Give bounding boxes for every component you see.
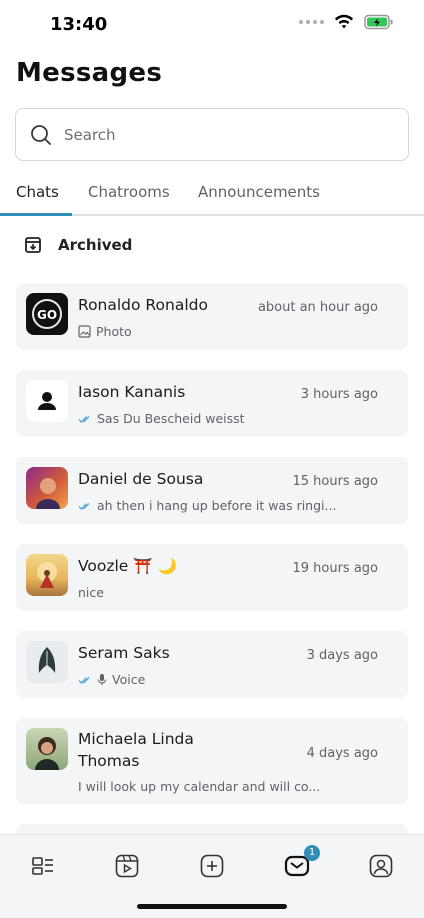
feed-icon[interactable] <box>30 853 56 879</box>
tab-bar-top: Chats Chatrooms Announcements <box>0 172 424 216</box>
chat-name: Michaela Linda Thomas <box>78 730 194 770</box>
video-icon[interactable] <box>114 853 140 879</box>
photo-icon <box>78 325 91 338</box>
chat-preview: Sas Du Bescheid weisst <box>78 411 245 426</box>
chat-time: 3 hours ago <box>300 387 378 402</box>
chat-name: Voozle ⛩️ 🌙 <box>78 557 177 575</box>
tab-chatrooms[interactable]: Chatrooms <box>88 183 170 201</box>
chat-item-voozle[interactable]: Voozle ⛩️ 🌙 19 hours ago nice <box>16 544 408 611</box>
search-icon <box>31 124 51 145</box>
double-check-icon <box>78 676 90 684</box>
avatar <box>26 641 68 683</box>
search-input[interactable] <box>64 125 364 144</box>
chat-preview: Voice <box>78 672 145 687</box>
chat-time: 3 days ago <box>306 648 378 663</box>
wifi-icon <box>335 14 353 29</box>
chat-name: Ronaldo Ronaldo <box>78 296 208 314</box>
chat-preview: ah then i hang up before it was ringi... <box>78 498 336 513</box>
avatar <box>26 728 68 770</box>
microphone-icon <box>97 674 107 685</box>
chat-time: 4 days ago <box>306 746 378 761</box>
chat-item-seram[interactable]: Seram Saks 3 days ago Voice <box>16 631 408 698</box>
archived-row[interactable]: Archived <box>24 236 132 254</box>
unread-badge: 1 <box>304 845 320 861</box>
active-tab-indicator <box>0 213 72 216</box>
chat-time: 15 hours ago <box>292 474 378 489</box>
chat-preview-text: Photo <box>96 324 132 339</box>
tab-announcements[interactable]: Announcements <box>198 183 320 201</box>
avatar <box>26 467 68 509</box>
home-indicator <box>137 904 287 909</box>
chat-preview-text: ah then i hang up before it was ringi... <box>97 498 337 513</box>
chat-preview-text: Sas Du Bescheid weisst <box>97 411 245 426</box>
chat-time: 19 hours ago <box>292 561 378 576</box>
chat-item-daniel[interactable]: Daniel de Sousa 15 hours ago ah then i h… <box>16 457 408 524</box>
chat-name: Seram Saks <box>78 644 170 662</box>
avatar <box>26 380 68 422</box>
tab-chats[interactable]: Chats <box>16 183 59 201</box>
add-icon[interactable] <box>199 853 225 879</box>
double-check-icon <box>78 415 90 423</box>
chat-preview-text: nice <box>78 585 104 600</box>
profile-icon[interactable] <box>368 853 394 879</box>
chat-name: Iason Kananis <box>78 383 186 401</box>
messages-icon[interactable]: 1 <box>284 845 320 879</box>
chat-item-michaela[interactable]: Michaela Linda Thomas 4 days ago I will … <box>16 718 408 804</box>
page-title: Messages <box>16 58 163 88</box>
chat-preview: nice <box>78 585 104 600</box>
signal-icon <box>299 20 324 24</box>
archived-label: Archived <box>58 236 133 254</box>
avatar <box>26 554 68 596</box>
status-icons <box>299 14 394 30</box>
chat-preview-text: I will look up my calendar and will co..… <box>78 779 321 794</box>
chat-item-ronaldo[interactable]: GO Ronaldo Ronaldo about an hour ago Pho… <box>16 283 408 350</box>
svg-text:GO: GO <box>37 308 57 322</box>
search-box[interactable] <box>15 108 409 161</box>
avatar: GO <box>26 293 68 335</box>
chat-preview: I will look up my calendar and will co..… <box>78 779 320 794</box>
chat-preview-text: Voice <box>112 672 146 687</box>
status-time: 13:40 <box>50 14 108 35</box>
battery-icon <box>364 14 393 30</box>
chat-time: about an hour ago <box>257 300 378 315</box>
chat-name: Daniel de Sousa <box>78 470 204 488</box>
archive-icon <box>25 237 41 253</box>
chat-item-iason[interactable]: Iason Kananis 3 hours ago Sas Du Beschei… <box>16 370 408 437</box>
chat-preview: Photo <box>78 324 132 339</box>
status-bar: 13:40 <box>0 0 424 50</box>
double-check-icon <box>78 502 90 510</box>
